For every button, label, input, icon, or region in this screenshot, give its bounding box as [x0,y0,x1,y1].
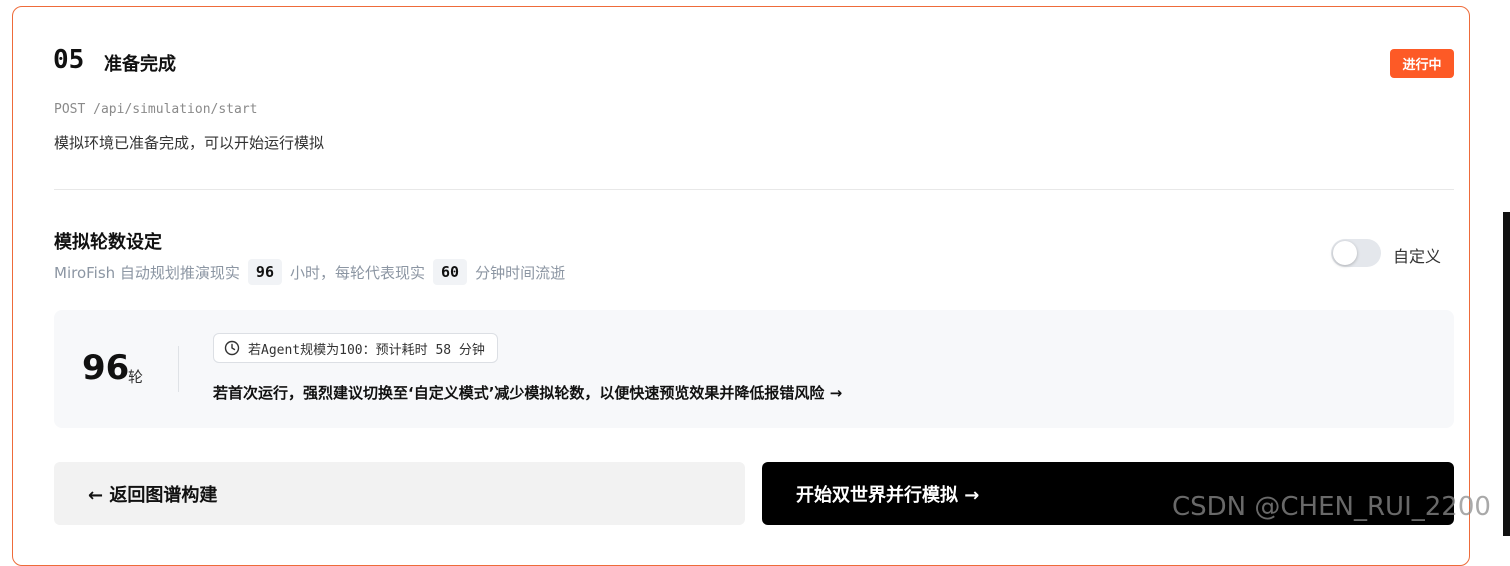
time-estimate-text: 若Agent规模为100：预计耗时 58 分钟 [248,342,485,358]
step-number: 05 [53,45,85,75]
back-to-graph-button[interactable]: ← 返回图谱构建 [54,462,745,525]
status-badge: 进行中 [1390,49,1454,78]
rounds-setting-subtitle: MiroFish 自动规划推演现实 96 小时，每轮代表现实 60 分钟时间流逝 [54,258,565,286]
custom-mode-label: 自定义 [1393,247,1442,266]
subtitle-middle: 小时，每轮代表现实 [289,263,425,282]
step-title: 准备完成 [104,54,176,75]
toggle-knob [1333,241,1357,265]
scrollbar[interactable] [1503,212,1510,536]
rounds-setting-title: 模拟轮数设定 [54,232,162,253]
section-divider [54,189,1454,190]
clock-icon [224,340,240,356]
hours-value: 96 [247,259,282,285]
custom-mode-hint-link[interactable]: 若首次运行，强烈建议切换至‘自定义模式’减少模拟轮数，以便快速预览效果并降低报错… [213,382,842,403]
rounds-value: 96 [82,348,130,388]
time-estimate-chip: 若Agent规模为100：预计耗时 58 分钟 [213,333,498,363]
simulation-step-card: 05 准备完成 进行中 POST /api/simulation/start 模… [12,6,1470,566]
step-description: 模拟环境已准备完成，可以开始运行模拟 [54,134,325,152]
custom-mode-toggle[interactable] [1331,239,1381,267]
minutes-value: 60 [433,259,468,285]
watermark: CSDN @CHEN_RUI_2200 [1172,492,1491,522]
api-endpoint: POST /api/simulation/start [54,102,258,117]
subtitle-suffix: 分钟时间流逝 [475,263,566,282]
subtitle-prefix: MiroFish 自动规划推演现实 [54,263,240,282]
rounds-panel: 96 轮 若Agent规模为100：预计耗时 58 分钟 若首次运行，强烈建议切… [54,310,1454,428]
panel-divider [178,346,179,392]
rounds-unit: 轮 [128,368,144,386]
